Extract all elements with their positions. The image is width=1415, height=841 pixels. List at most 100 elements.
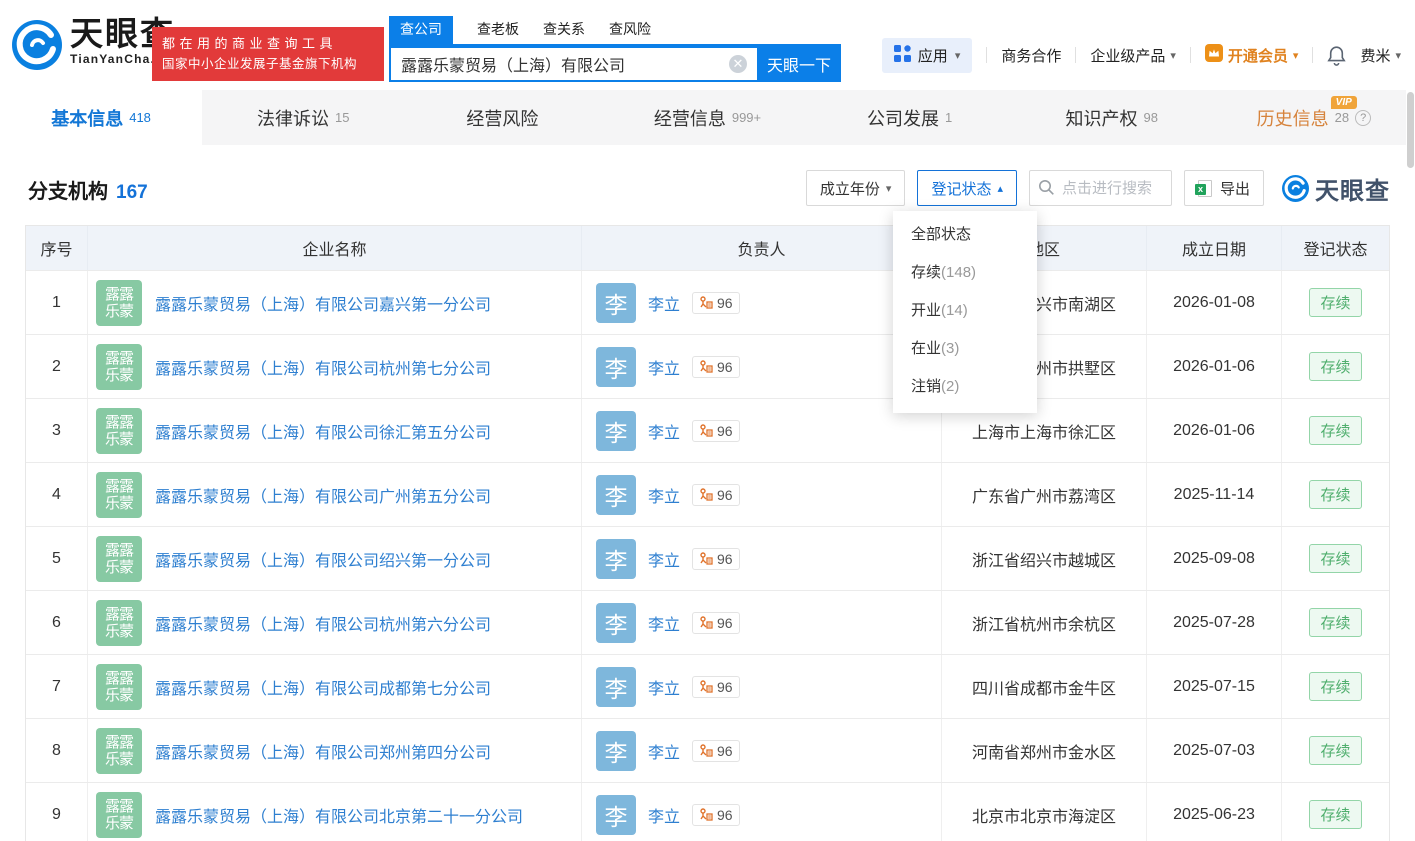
divider <box>1189 47 1191 63</box>
company-name-link[interactable]: 露露乐蒙贸易（上海）有限公司郑州第四分公司 <box>155 739 491 763</box>
status-option-count: (3) <box>941 340 960 357</box>
search-type-tab[interactable]: 查关系 <box>543 16 585 44</box>
status-option-label: 存续 <box>911 264 942 281</box>
company-search-input[interactable] <box>389 46 757 82</box>
company-tab[interactable]: 法律诉讼 15 <box>202 90 404 145</box>
tab-count-value: 98 <box>1143 110 1158 125</box>
tianyancha-logo-icon[interactable] <box>12 20 62 70</box>
relation-score-badge[interactable]: 96 <box>692 291 740 314</box>
status-filter-button[interactable]: 登记状态 ▴ <box>917 170 1017 206</box>
company-name-link[interactable]: 露露乐蒙贸易（上海）有限公司嘉兴第一分公司 <box>155 291 491 315</box>
filters-bar: 成立年份 ▾ 登记状态 ▴ x 导出 <box>805 170 1390 206</box>
nav-open-vip[interactable]: 开通会员 ▾ <box>1204 44 1298 66</box>
status-option-label: 在业 <box>911 340 942 357</box>
relation-score-badge[interactable]: 96 <box>692 611 740 634</box>
tab-label: 经营信息 <box>653 108 726 129</box>
scrollbar-track[interactable] <box>1406 0 1415 841</box>
person-name-link[interactable]: 李立 <box>648 611 680 635</box>
status-dropdown-item[interactable]: 注销(2) <box>893 368 1037 406</box>
company-name-link[interactable]: 露露乐蒙贸易（上海）有限公司绍兴第一分公司 <box>155 547 491 571</box>
search-button[interactable]: 天眼一下 <box>757 46 841 82</box>
relation-score-badge[interactable]: 96 <box>692 675 740 698</box>
company-tab[interactable]: 基本信息 418 <box>0 90 203 145</box>
row-number: 3 <box>26 399 88 462</box>
date-cell: 2026-01-06 <box>1147 335 1282 398</box>
status-dropdown-item[interactable]: 存续(148) <box>893 254 1037 292</box>
search-type-tab[interactable]: 查公司 <box>389 16 453 44</box>
company-name-link[interactable]: 露露乐蒙贸易（上海）有限公司杭州第六分公司 <box>155 611 491 635</box>
org-graph-icon <box>700 551 713 565</box>
status-dropdown-menu: 全部状态 存续(148) 开业(14) 在业(3) 注销(2) <box>893 211 1037 413</box>
export-button[interactable]: x 导出 <box>1183 170 1264 206</box>
relation-score-badge[interactable]: 96 <box>692 803 740 826</box>
company-logo: 露露 乐蒙 <box>96 471 142 518</box>
chevron-down-icon: ▾ <box>885 182 892 195</box>
score-value: 96 <box>717 550 733 567</box>
person-avatar[interactable]: 李 <box>596 602 636 643</box>
person-name-link[interactable]: 李立 <box>648 547 680 571</box>
company-tab[interactable]: 历史信息 VIP 28 ? <box>1213 90 1415 145</box>
person-avatar[interactable]: 李 <box>596 346 636 387</box>
company-name-link[interactable]: 露露乐蒙贸易（上海）有限公司北京第二十一分公司 <box>155 803 523 827</box>
person-name-link[interactable]: 李立 <box>648 803 680 827</box>
person-name-link[interactable]: 李立 <box>648 483 680 507</box>
company-tab[interactable]: 公司发展 1 <box>809 90 1011 145</box>
company-name-link[interactable]: 露露乐蒙贸易（上海）有限公司广州第五分公司 <box>155 483 491 507</box>
nav-cooperation[interactable]: 商务合作 <box>1001 45 1061 66</box>
status-option-count: (2) <box>941 378 960 395</box>
status-dropdown-item[interactable]: 开业(14) <box>893 292 1037 330</box>
tab-label: 知识产权 <box>1065 108 1138 129</box>
company-tab[interactable]: 经营风险 <box>404 90 606 145</box>
person-name-link[interactable]: 李立 <box>648 419 680 443</box>
help-icon[interactable]: ? <box>1355 109 1372 126</box>
person-avatar[interactable]: 李 <box>596 666 636 707</box>
nav-enterprise[interactable]: 企业级产品 ▾ <box>1090 45 1176 66</box>
region-cell: 四川省成都市金牛区 <box>942 655 1147 718</box>
table-body: 1 露露 乐蒙 露露乐蒙贸易（上海）有限公司嘉兴第一分公司 李 李立 96 浙江… <box>26 270 1389 841</box>
search-icon <box>1038 179 1055 201</box>
col-header-name: 企业名称 <box>88 226 582 270</box>
table-row: 6 露露 乐蒙 露露乐蒙贸易（上海）有限公司杭州第六分公司 李 李立 96 浙江… <box>26 590 1389 654</box>
status-dropdown-item[interactable]: 在业(3) <box>893 330 1037 368</box>
relation-score-badge[interactable]: 96 <box>692 739 740 762</box>
relation-score-badge[interactable]: 96 <box>692 355 740 378</box>
org-graph-icon <box>700 615 713 629</box>
person-avatar[interactable]: 李 <box>596 282 636 323</box>
tianyancha-watermark: 天眼查 <box>1282 171 1390 206</box>
person-name-link[interactable]: 李立 <box>648 355 680 379</box>
person-avatar[interactable]: 李 <box>596 474 636 515</box>
org-graph-icon <box>700 679 713 693</box>
relation-score-badge[interactable]: 96 <box>692 547 740 570</box>
search-type-tab[interactable]: 查老板 <box>477 16 519 44</box>
person-avatar[interactable]: 李 <box>596 730 636 771</box>
notification-bell-icon[interactable] <box>1327 45 1347 66</box>
date-cell: 2025-07-28 <box>1147 591 1282 654</box>
company-name-link[interactable]: 露露乐蒙贸易（上海）有限公司徐汇第五分公司 <box>155 419 491 443</box>
person-avatar[interactable]: 李 <box>596 538 636 579</box>
apps-menu-button[interactable]: 应用 ▾ <box>881 37 973 73</box>
tab-count-value: 999+ <box>731 110 762 125</box>
person-name-link[interactable]: 李立 <box>648 739 680 763</box>
export-label: 导出 <box>1219 180 1250 198</box>
company-tab[interactable]: 经营信息 999+ <box>606 90 808 145</box>
person-name-link[interactable]: 李立 <box>648 291 680 315</box>
nav-user[interactable]: 费米 ▾ <box>1360 45 1401 66</box>
tab-count-value: 15 <box>334 110 350 125</box>
person-name-link[interactable]: 李立 <box>648 675 680 699</box>
company-name-link[interactable]: 露露乐蒙贸易（上海）有限公司杭州第七分公司 <box>155 355 491 379</box>
search-type-tab[interactable]: 查风险 <box>609 16 651 44</box>
year-filter-button[interactable]: 成立年份 ▾ <box>805 170 906 206</box>
status-badge: 存续 <box>1309 736 1362 765</box>
chevron-up-icon: ▴ <box>997 182 1003 195</box>
company-tab[interactable]: 知识产权 98 <box>1011 90 1213 145</box>
scrollbar-thumb[interactable] <box>1407 92 1414 168</box>
person-avatar[interactable]: 李 <box>596 410 636 451</box>
company-name-link[interactable]: 露露乐蒙贸易（上海）有限公司成都第七分公司 <box>155 675 491 699</box>
relation-score-badge[interactable]: 96 <box>692 483 740 506</box>
person-avatar[interactable]: 李 <box>596 794 636 835</box>
row-number: 4 <box>26 463 88 526</box>
status-dropdown-item[interactable]: 全部状态 <box>893 216 1037 254</box>
clear-search-icon[interactable]: ✕ <box>729 55 747 73</box>
relation-score-badge[interactable]: 96 <box>692 419 740 442</box>
crown-icon <box>1204 44 1223 66</box>
